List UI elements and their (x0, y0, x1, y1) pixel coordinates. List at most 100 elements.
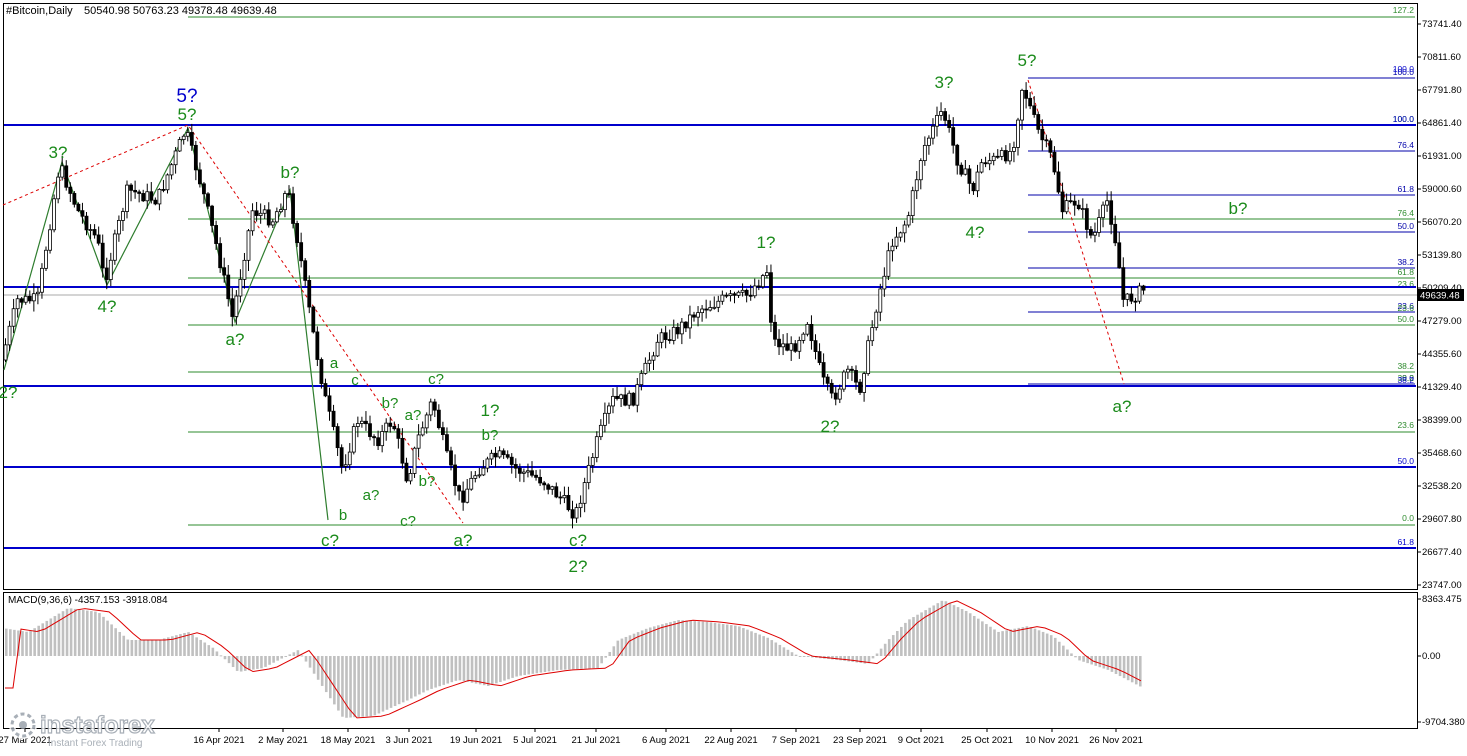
macd-histogram-bar (191, 634, 194, 656)
candle-body (149, 191, 154, 201)
candle-body (274, 211, 279, 223)
macd-histogram-bar (851, 656, 855, 662)
macd-histogram-bar (993, 629, 996, 656)
macd-histogram-bar (1001, 631, 1004, 656)
wave-label-minor: b? (419, 473, 436, 490)
candle-body (436, 409, 441, 429)
macd-histogram-bar (73, 608, 77, 656)
macd-histogram-bar (608, 651, 612, 656)
candle-body (530, 470, 534, 476)
candle-body (445, 434, 449, 452)
candle-body (971, 182, 976, 192)
wave-label-minor: a? (405, 407, 422, 424)
candle-body (927, 137, 931, 146)
candle-body (724, 294, 729, 297)
candle-body (96, 234, 101, 244)
candle-body (517, 467, 522, 474)
macd-histogram-bar (110, 624, 113, 656)
candle-body (955, 144, 960, 166)
blue-level-label: 50.0 (1397, 456, 1414, 466)
candle-body (307, 279, 312, 308)
fib-level-label: 127.2 (1393, 5, 1415, 15)
candle-body (878, 288, 883, 313)
wave-label-minor: c? (400, 513, 416, 530)
candle-body (44, 249, 48, 269)
macd-histogram-bar (1074, 656, 1077, 658)
chart-window[interactable]: 127.2 76.4 61.8 50.0 38.2 23.6 0.0 100.0 76.4 61.… (0, 0, 1467, 751)
candle-body (1032, 105, 1037, 115)
macd-histogram-bar (1041, 631, 1045, 656)
candle-body (619, 394, 623, 399)
macd-histogram-bar (81, 609, 85, 656)
time-tick-label: 22 Aug 2021 (704, 735, 757, 746)
candle-body (959, 164, 964, 175)
candle-body (837, 388, 842, 400)
macd-histogram-bar (126, 639, 130, 656)
macd-histogram-bar (207, 645, 211, 656)
macd-histogram-bar (596, 656, 599, 669)
candle-body (598, 424, 603, 438)
macd-histogram-bar (774, 642, 778, 656)
logo-tagline: Instant Forex Trading (48, 738, 143, 749)
macd-histogram-bar (272, 656, 275, 663)
macd-histogram-bar (871, 656, 875, 659)
macd-histogram-bar (377, 656, 381, 714)
candle-body (801, 333, 806, 341)
candle-body (894, 236, 899, 247)
macd-histogram-bar (503, 656, 506, 681)
candle-body (805, 323, 810, 335)
candle-body (643, 362, 648, 374)
wave-label: 5? (178, 105, 197, 124)
candle-body (886, 250, 891, 277)
macd-histogram-bar (86, 610, 89, 656)
macd-histogram-bar (405, 656, 409, 701)
macd-histogram-bar (588, 656, 591, 669)
candle-body (675, 326, 680, 335)
candle-body (84, 215, 89, 231)
logo-wordmark: instaforex (40, 712, 155, 739)
fib-level-label: 23.6 (1397, 420, 1414, 430)
candle-body (1121, 267, 1126, 300)
price-tick-label: 32538.20 (1422, 481, 1462, 492)
candle-body (817, 351, 822, 363)
candle-body (1125, 293, 1130, 300)
macd-histogram-bar (138, 640, 142, 656)
macd-histogram-bar (25, 631, 28, 656)
macd-histogram-bar (908, 619, 911, 656)
candle-body (505, 454, 510, 458)
candle-body (570, 509, 575, 519)
candle-body (428, 401, 433, 416)
macd-histogram-bar (507, 656, 510, 680)
macd-histogram-bar (802, 656, 806, 657)
macd-histogram-bar (1082, 656, 1085, 662)
candle-body (696, 312, 700, 318)
macd-histogram-bar (839, 656, 842, 661)
price-chart[interactable]: 127.2 76.4 61.8 50.0 38.2 23.6 0.0 100.0 76.4 61.… (0, 0, 1467, 751)
macd-tick-label: 8363.475 (1422, 594, 1462, 605)
macd-histogram-bar (1139, 656, 1142, 687)
candle-body (254, 210, 259, 216)
candle-body (15, 298, 20, 310)
macd-histogram-bar (766, 637, 769, 656)
candle-body (1093, 232, 1097, 236)
macd-histogram-bar (389, 656, 393, 708)
candle-body (765, 272, 769, 276)
candle-body (347, 451, 352, 466)
candle-body (88, 229, 93, 231)
macd-histogram-bar (519, 656, 522, 676)
macd-histogram-bar (29, 630, 32, 656)
macd-histogram-bar (1130, 656, 1134, 683)
price-tick-label: 23747.00 (1422, 580, 1462, 591)
wave-label: 2? (569, 557, 588, 576)
macd-histogram-bar (422, 656, 425, 693)
candle-body (72, 193, 77, 205)
macd-histogram-bar (515, 656, 518, 677)
macd-histogram-bar (426, 656, 429, 691)
candle-body (939, 111, 943, 116)
candle-body (117, 220, 121, 235)
fib-level-label: 76.4 (1397, 208, 1414, 218)
macd-histogram-bar (369, 656, 373, 717)
candle-body (76, 203, 81, 212)
candle-body (943, 111, 947, 121)
candle-body (197, 169, 202, 185)
